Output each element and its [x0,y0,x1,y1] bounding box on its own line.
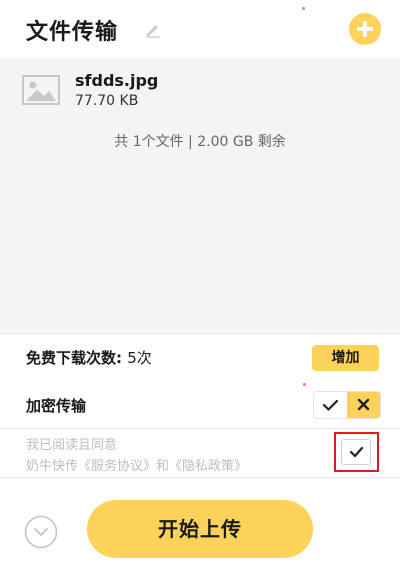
file-list-area: sfdds.jpg 77.70 KB 共 1个文件 | 2.00 GB 剩余 [0,58,400,333]
agreement-and: 和 [156,459,170,474]
check-icon [322,399,339,411]
privacy-policy-link[interactable]: 《隐私政策》 [169,459,247,474]
encryption-toggle[interactable] [313,391,381,419]
pencil-icon[interactable] [144,20,162,38]
app-header: 文件传输 [0,0,400,58]
decorative-dot [303,383,306,386]
encryption-label: 加密传输 [26,397,87,415]
encryption-off-option[interactable] [347,392,380,418]
agreement-checkbox[interactable] [341,439,371,465]
encryption-row: 加密传输 [0,379,400,429]
agreement-links: 奶牛快传《服务协议》和《隐私政策》 [26,455,247,474]
terms-of-service-link[interactable]: 《服务协议》 [78,459,156,474]
free-downloads-title: 免费下载次数: [26,349,122,367]
decorative-dot [302,7,305,10]
check-icon [349,446,364,458]
start-upload-button[interactable]: 开始上传 [87,500,313,558]
agreement-brand: 奶牛快传 [26,459,79,474]
agreement-text: 我已阅读且同意 [26,438,118,453]
image-icon [22,75,60,105]
file-item[interactable]: sfdds.jpg 77.70 KB [22,71,372,111]
agreement-row: 我已阅读且同意 奶牛快传《服务协议》和《隐私政策》 [0,429,400,478]
free-downloads-row: 免费下载次数: 5次 增加 [0,333,400,380]
x-icon [357,398,370,411]
storage-summary: 共 1个文件 | 2.00 GB 剩余 [114,134,286,150]
file-name: sfdds.jpg [75,71,159,90]
free-downloads-label: 免费下载次数: 5次 [26,347,152,368]
add-file-button[interactable] [349,13,381,45]
file-size: 77.70 KB [75,93,139,109]
page-title: 文件传输 [26,20,119,45]
free-downloads-count: 5次 [127,349,152,367]
encryption-on-option[interactable] [314,392,347,418]
footer: 开始上传 [0,478,400,575]
chevron-down-circle-icon[interactable] [24,515,58,549]
increase-downloads-button[interactable]: 增加 [312,345,379,371]
